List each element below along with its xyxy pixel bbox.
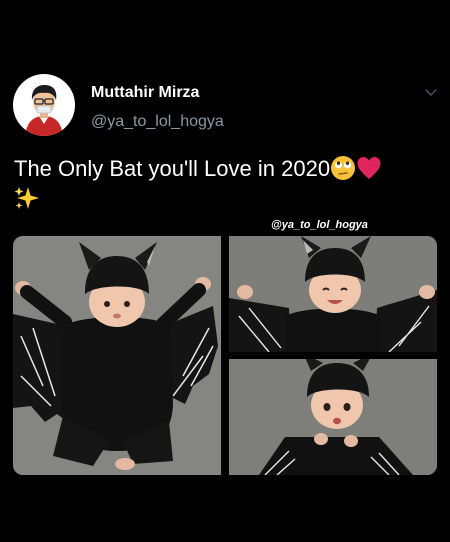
baby-bat-costume-photo-smiling[interactable] bbox=[229, 236, 437, 352]
chevron-down-icon[interactable] bbox=[424, 86, 438, 98]
red-heart-emoji-icon bbox=[357, 157, 381, 179]
baby-bat-costume-photo-sitting[interactable] bbox=[229, 359, 437, 475]
tweet-text: The Only Bat you'll Love in 2020 bbox=[14, 154, 439, 214]
media-watermark: @ya_to_lol_hogya bbox=[271, 219, 368, 231]
avatar[interactable] bbox=[13, 74, 75, 136]
author-handle[interactable]: @ya_to_lol_hogya bbox=[91, 113, 224, 131]
cartoon-avatar-icon bbox=[14, 75, 74, 136]
sparkles-emoji-icon bbox=[14, 187, 39, 209]
tweet-card[interactable]: Muttahir Mirza @ya_to_lol_hogya The Only… bbox=[0, 0, 450, 542]
author-name[interactable]: Muttahir Mirza bbox=[91, 84, 199, 102]
baby-bat-costume-photo-full[interactable] bbox=[13, 236, 221, 475]
rolling-eyes-emoji-icon bbox=[331, 156, 356, 180]
tweet-text-content: The Only Bat you'll Love in 2020 bbox=[14, 156, 331, 181]
